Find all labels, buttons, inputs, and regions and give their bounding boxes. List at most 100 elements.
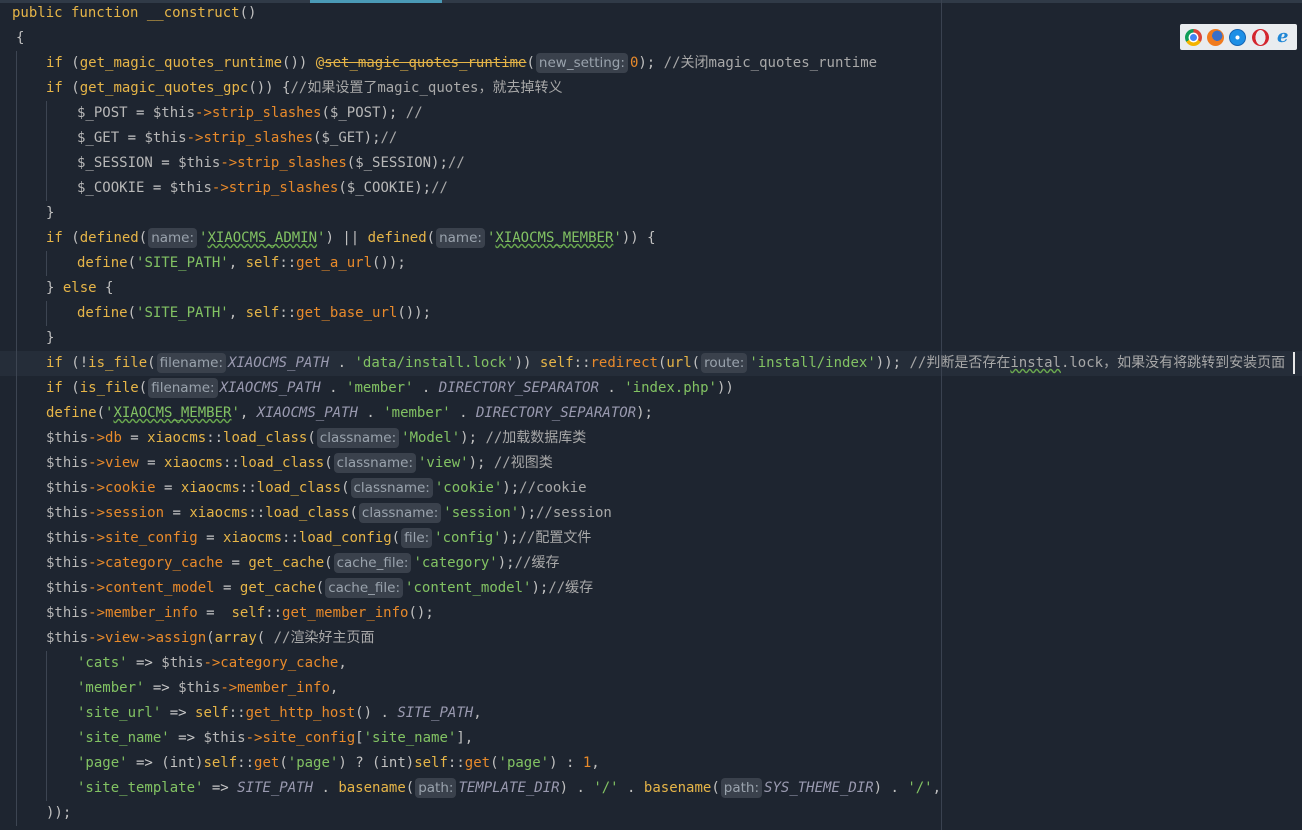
code-token: //判断是否存在 [901,355,1011,371]
code-line[interactable]: 'site_name' => $this->site_config['site_… [77,726,473,751]
code-token: $this [46,455,89,471]
code-token: = [214,580,240,596]
parameter-hint: classname: [316,428,400,448]
code-token: ->category_cache [88,555,224,571]
code-token: () [239,5,257,21]
code-token: , [932,780,942,796]
code-line[interactable]: if (is_file(filename: XIAOCMS_PATH . 'mem… [46,376,734,401]
code-line[interactable]: if (defined(name: 'XIAOCMS_ADMIN') || def… [46,226,656,251]
code-token: )); [875,355,902,371]
code-line[interactable]: $this->db = xiaocms::load_class(classnam… [46,426,586,451]
code-line[interactable]: 'page' => (int)self::get('page') ? (int)… [77,751,600,776]
code-token: )) [514,355,540,371]
code-token: XIAOCMS_PATH [228,355,330,371]
code-token: ( [691,355,701,371]
code-token: XIAOCMS_ADMIN [207,230,318,246]
code-line[interactable]: 'member' => $this->member_info, [77,676,338,701]
code-token: ->member_info [88,605,198,621]
code-token: redirect [590,355,658,371]
code-token: ()) { [248,80,291,96]
safari-icon[interactable] [1229,28,1247,46]
code-line[interactable]: $this->cookie = xiaocms::load_class(clas… [46,476,587,501]
code-line[interactable]: $_SESSION = $this->strip_slashes($_SESSI… [77,151,465,176]
code-token: is_file [88,355,148,371]
parameter-hint: new_setting: [535,53,628,73]
indent-guide [46,251,47,276]
code-token: = [119,130,145,146]
code-line[interactable]: } [46,201,54,226]
code-token: 'cats' [77,655,128,671]
code-token: ( [71,230,80,246]
code-token: url [666,355,692,371]
indent-guide [46,101,47,201]
code-line[interactable]: define('SITE_PATH', self::get_a_url()); [77,251,406,276]
code-token: // [397,105,423,121]
code-token: ( [147,355,156,371]
code-line[interactable]: if (!is_file(filename: XIAOCMS_PATH . 'da… [46,351,1285,376]
code-token: ); [414,180,432,196]
code-token: self [203,755,238,771]
code-token: ( [71,80,80,96]
code-token: 'site_name' [363,730,457,746]
indent-guide [46,651,47,801]
code-line[interactable]: 'cats' => $this->category_cache, [77,651,347,676]
code-token: //缓存 [514,555,560,571]
code-token: = [197,605,232,621]
code-token: ->session [88,505,165,521]
chrome-icon[interactable] [1185,28,1203,46]
code-token: 'session' [443,505,520,521]
code-line[interactable]: if (get_magic_quotes_runtime()) @set_mag… [46,51,877,76]
ie-icon[interactable]: e [1274,28,1292,46]
code-token: xiaocms [180,480,240,496]
code-line[interactable]: $this->category_cache = get_cache(cache_… [46,551,559,576]
code-line[interactable]: 'site_url' => self::get_http_host() . SI… [77,701,482,726]
code-line[interactable]: define('XIAOCMS_MEMBER', XIAOCMS_PATH . … [46,401,653,426]
code-token: { [16,30,25,46]
code-line[interactable]: $this->content_model = get_cache(cache_f… [46,576,593,601]
code-line[interactable]: $this->session = xiaocms::load_class(cla… [46,501,612,526]
code-line[interactable]: $this->site_config = xiaocms::load_confi… [46,526,591,551]
code-editor[interactable]: public function __construct() { if (get_ma… [0,0,1302,830]
code-token: ); [460,430,478,446]
opera-icon[interactable] [1251,28,1269,46]
code-token: () . [355,705,398,721]
code-line[interactable]: $this->member_info = self::get_member_in… [46,601,434,626]
code-line[interactable]: } [46,326,54,351]
code-line[interactable]: $_COOKIE = $this->strip_slashes($_COOKIE… [77,176,448,201]
code-line[interactable]: } else { [46,276,113,301]
code-token: basename [338,780,406,796]
code-token: => [127,655,162,671]
code-token: 'data/install.lock' [354,355,515,371]
code-line[interactable]: if (get_magic_quotes_gpc()) {//如果设置了magi… [46,76,562,101]
firefox-icon[interactable] [1207,28,1225,46]
code-line[interactable]: $_GET = $this->strip_slashes($_GET);// [77,126,397,151]
code-token: ->view->assign [88,630,207,646]
code-line[interactable]: define('SITE_PATH', self::get_base_url()… [77,301,431,326]
active-tab-indicator [310,0,442,3]
code-token: ( [349,505,358,521]
code-line[interactable]: )); [46,801,71,826]
code-token: load_config [298,530,392,546]
code-token: 'member' [383,405,451,421]
code-token: = [121,430,148,446]
code-token: DIRECTORY_SEPARATOR [438,380,599,396]
code-token: } [46,280,63,296]
code-line[interactable]: $this->view = xiaocms::load_class(classn… [46,451,553,476]
code-token: :: [279,305,297,321]
code-line[interactable]: $_POST = $this->strip_slashes($_POST); /… [77,101,423,126]
code-token: $_SESSION [355,155,432,171]
code-token: else [62,280,97,296]
code-token: )) { [621,230,656,246]
code-line[interactable]: public function __construct() [12,1,256,26]
code-line[interactable]: 'site_template' => SITE_PATH . basename(… [77,776,941,801]
code-token: 'member' [77,680,145,696]
code-token: $_GET [321,130,364,146]
code-line[interactable]: $this->view->assign(array( //渲染好主页面 [46,626,375,651]
code-token: //关闭magic_quotes_runtime [655,55,878,71]
code-token: XIAOCMS_MEMBER [495,230,614,246]
code-token: )); [46,805,72,821]
code-token: $this [152,105,196,121]
parameter-hint: name: [148,228,198,248]
code-line[interactable]: { [16,26,24,51]
code-token: is_file [79,380,139,396]
